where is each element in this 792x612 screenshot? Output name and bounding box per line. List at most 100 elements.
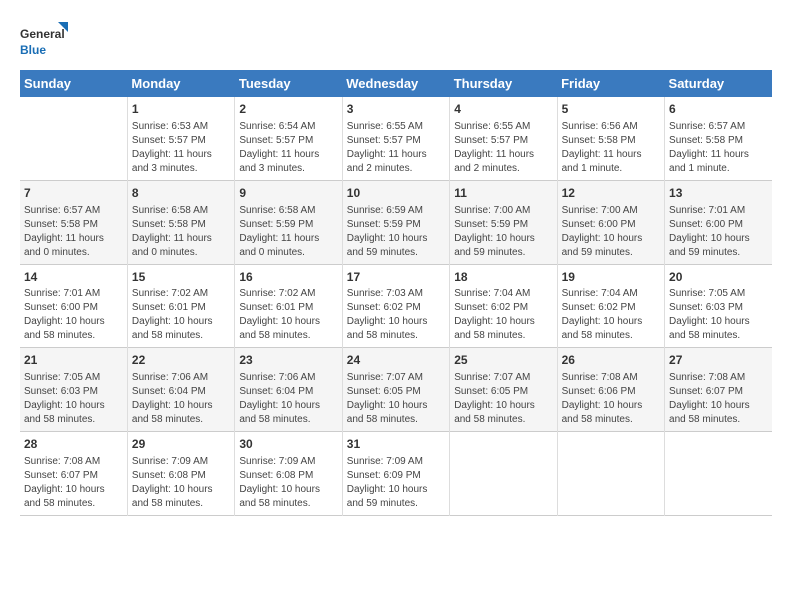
calendar-cell: 29 Sunrise: 7:09 AMSunset: 6:08 PMDayligh… [127,432,234,516]
calendar-cell: 10Sunrise: 6:59 AMSunset: 5:59 PMDayligh… [342,180,449,264]
cell-content: Sunrise: 7:07 AMSunset: 6:05 PMDaylight:… [454,371,552,427]
calendar-cell [665,432,772,516]
day-number: 26 [562,352,660,369]
day-number: 31 [347,436,445,453]
cell-content: Sunrise: 7:00 AMSunset: 6:00 PMDaylight:… [562,204,660,260]
calendar-cell: 23 Sunrise: 7:06 AMSunset: 6:04 PMDayligh… [235,348,342,432]
cell-content: Sunrise: 7:09 AMSunset: 6:08 PMDaylight:… [132,455,230,511]
calendar-cell: 28Sunrise: 7:08 AMSunset: 6:07 PMDayligh… [20,432,127,516]
day-number: 9 [239,185,337,202]
calendar-cell: 24 Sunrise: 7:07 AMSunset: 6:05 PMDayligh… [342,348,449,432]
day-number: 24 [347,352,445,369]
calendar-cell: 21 Sunrise: 7:05 AMSunset: 6:03 PMDayligh… [20,348,127,432]
cell-content: Sunrise: 7:05 AMSunset: 6:03 PMDaylight:… [24,371,123,427]
cell-content: Sunrise: 7:02 AMSunset: 6:01 PMDaylight:… [239,287,337,343]
day-number: 29 [132,436,230,453]
week-row-3: 14Sunrise: 7:01 AMSunset: 6:00 PMDayligh… [20,264,772,348]
calendar-cell: 1 Sunrise: 6:53 AMSunset: 5:57 PMDaylight… [127,97,234,180]
calendar-cell: 9Sunrise: 6:58 AMSunset: 5:59 PMDaylight… [235,180,342,264]
day-number: 6 [669,101,768,118]
calendar-cell: 15Sunrise: 7:02 AMSunset: 6:01 PMDayligh… [127,264,234,348]
cell-content: Sunrise: 7:06 AMSunset: 6:04 PMDaylight:… [132,371,230,427]
cell-content: Sunrise: 7:07 AMSunset: 6:05 PMDaylight:… [347,371,445,427]
cell-content: Sunrise: 7:03 AMSunset: 6:02 PMDaylight:… [347,287,445,343]
day-number: 4 [454,101,552,118]
calendar-cell: 19Sunrise: 7:04 AMSunset: 6:02 PMDayligh… [557,264,664,348]
logo: General Blue [20,20,70,60]
day-number: 12 [562,185,660,202]
calendar-cell: 3Sunrise: 6:55 AMSunset: 5:57 PMDaylight… [342,97,449,180]
cell-content: Sunrise: 7:04 AMSunset: 6:02 PMDaylight:… [562,287,660,343]
cell-content: Sunrise: 7:08 AMSunset: 6:06 PMDaylight:… [562,371,660,427]
cell-content: Sunrise: 6:55 AMSunset: 5:57 PMDaylight:… [454,120,552,176]
cell-content: Sunrise: 6:54 AMSunset: 5:57 PMDaylight:… [239,120,337,176]
cell-content: Sunrise: 6:58 AMSunset: 5:58 PMDaylight:… [132,204,230,260]
calendar-cell: 25 Sunrise: 7:07 AMSunset: 6:05 PMDayligh… [450,348,557,432]
day-number: 15 [132,269,230,286]
day-number: 18 [454,269,552,286]
day-number: 28 [24,436,123,453]
cell-content: Sunrise: 7:05 AMSunset: 6:03 PMDaylight:… [669,287,768,343]
cell-content: Sunrise: 7:08 AMSunset: 6:07 PMDaylight:… [669,371,768,427]
header-row: SundayMondayTuesdayWednesdayThursdayFrid… [20,70,772,97]
header-monday: Monday [127,70,234,97]
header: General Blue [20,20,772,60]
day-number: 8 [132,185,230,202]
day-number: 10 [347,185,445,202]
day-number: 7 [24,185,123,202]
day-number: 19 [562,269,660,286]
calendar-cell: 14Sunrise: 7:01 AMSunset: 6:00 PMDayligh… [20,264,127,348]
cell-content: Sunrise: 7:00 AMSunset: 5:59 PMDaylight:… [454,204,552,260]
cell-content: Sunrise: 6:57 AMSunset: 5:58 PMDaylight:… [24,204,123,260]
day-number: 20 [669,269,768,286]
cell-content: Sunrise: 6:56 AMSunset: 5:58 PMDaylight:… [562,120,660,176]
calendar-cell: 8 Sunrise: 6:58 AMSunset: 5:58 PMDaylight… [127,180,234,264]
cell-content: Sunrise: 6:55 AMSunset: 5:57 PMDaylight:… [347,120,445,176]
day-number: 22 [132,352,230,369]
calendar-cell: 18Sunrise: 7:04 AMSunset: 6:02 PMDayligh… [450,264,557,348]
day-number: 11 [454,185,552,202]
calendar-cell: 26 Sunrise: 7:08 AMSunset: 6:06 PMDayligh… [557,348,664,432]
header-friday: Friday [557,70,664,97]
cell-content: Sunrise: 7:01 AMSunset: 6:00 PMDaylight:… [669,204,768,260]
calendar-cell: 16Sunrise: 7:02 AMSunset: 6:01 PMDayligh… [235,264,342,348]
header-tuesday: Tuesday [235,70,342,97]
calendar-cell: 5Sunrise: 6:56 AMSunset: 5:58 PMDaylight… [557,97,664,180]
day-number: 16 [239,269,337,286]
cell-content: Sunrise: 6:53 AMSunset: 5:57 PMDaylight:… [132,120,230,176]
calendar-cell: 12 Sunrise: 7:00 AMSunset: 6:00 PMDayligh… [557,180,664,264]
day-number: 13 [669,185,768,202]
svg-text:Blue: Blue [20,43,46,57]
day-number: 21 [24,352,123,369]
day-number: 14 [24,269,123,286]
week-row-2: 7 Sunrise: 6:57 AMSunset: 5:58 PMDaylight… [20,180,772,264]
week-row-1: 1 Sunrise: 6:53 AMSunset: 5:57 PMDaylight… [20,97,772,180]
calendar-cell: 2 Sunrise: 6:54 AMSunset: 5:57 PMDaylight… [235,97,342,180]
cell-content: Sunrise: 7:09 AMSunset: 6:08 PMDaylight:… [239,455,337,511]
calendar-cell: 17Sunrise: 7:03 AMSunset: 6:02 PMDayligh… [342,264,449,348]
cell-content: Sunrise: 7:06 AMSunset: 6:04 PMDaylight:… [239,371,337,427]
day-number: 1 [132,101,230,118]
calendar-cell [450,432,557,516]
day-number: 27 [669,352,768,369]
day-number: 23 [239,352,337,369]
calendar-cell: 31 Sunrise: 7:09 AMSunset: 6:09 PMDayligh… [342,432,449,516]
day-number: 2 [239,101,337,118]
header-saturday: Saturday [665,70,772,97]
header-wednesday: Wednesday [342,70,449,97]
svg-text:General: General [20,27,65,41]
calendar-cell: 22 Sunrise: 7:06 AMSunset: 6:04 PMDayligh… [127,348,234,432]
day-number: 30 [239,436,337,453]
calendar-cell: 13 Sunrise: 7:01 AMSunset: 6:00 PMDayligh… [665,180,772,264]
logo-svg: General Blue [20,20,70,60]
cell-content: Sunrise: 7:01 AMSunset: 6:00 PMDaylight:… [24,287,123,343]
calendar-cell: 6Sunrise: 6:57 AMSunset: 5:58 PMDaylight… [665,97,772,180]
calendar-cell: 11 Sunrise: 7:00 AMSunset: 5:59 PMDayligh… [450,180,557,264]
cell-content: Sunrise: 7:02 AMSunset: 6:01 PMDaylight:… [132,287,230,343]
week-row-4: 21 Sunrise: 7:05 AMSunset: 6:03 PMDayligh… [20,348,772,432]
cell-content: Sunrise: 7:09 AMSunset: 6:09 PMDaylight:… [347,455,445,511]
day-number: 25 [454,352,552,369]
header-thursday: Thursday [450,70,557,97]
calendar-cell: 20Sunrise: 7:05 AMSunset: 6:03 PMDayligh… [665,264,772,348]
calendar-cell [557,432,664,516]
